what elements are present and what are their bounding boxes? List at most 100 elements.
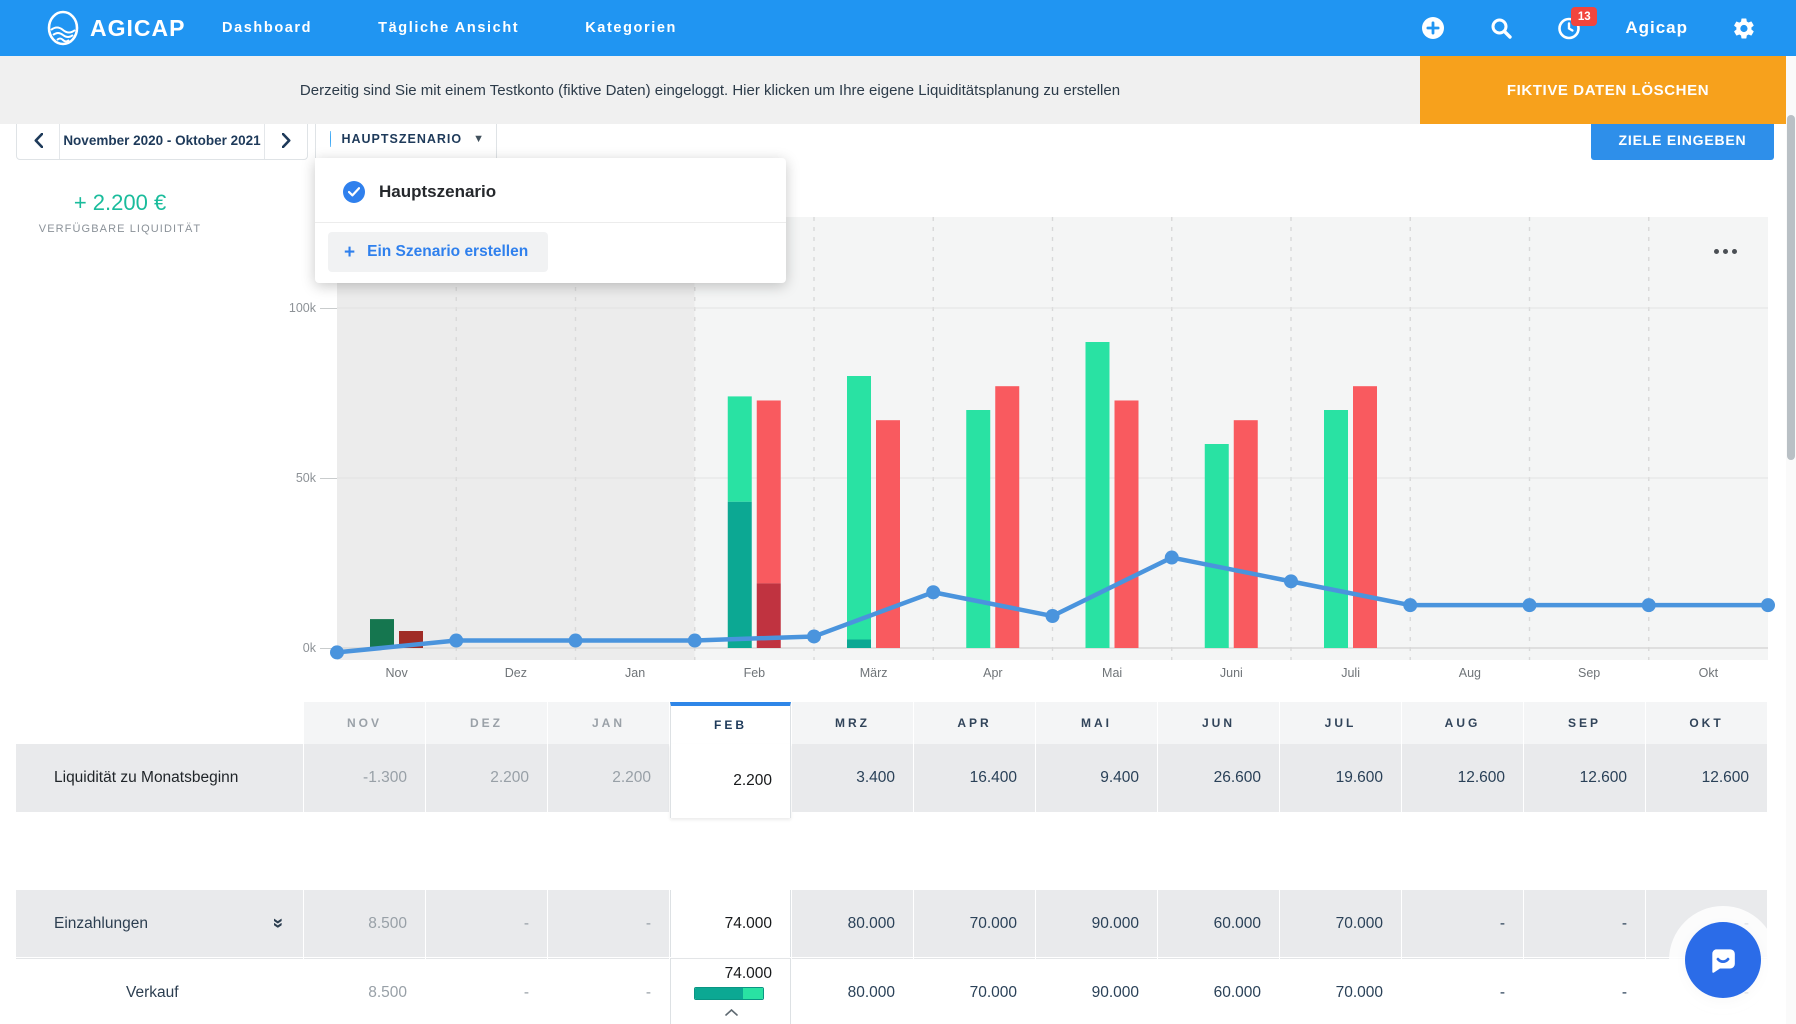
flows-cell[interactable]: 60.000 bbox=[1158, 958, 1279, 1024]
x-axis-month-label: Feb bbox=[695, 666, 814, 680]
liquidity-cell[interactable]: 2.200 bbox=[670, 744, 791, 818]
chevron-left-icon bbox=[34, 133, 43, 148]
flows-cell[interactable]: 8.500 bbox=[304, 958, 425, 1024]
scenario-dropdown-menu: Hauptszenario + Ein Szenario erstellen bbox=[315, 158, 786, 283]
chat-launcher-button[interactable] bbox=[1685, 922, 1761, 998]
y-axis-tick-label: 100k bbox=[256, 301, 316, 315]
column-header-sep[interactable]: SEP bbox=[1524, 702, 1645, 744]
column-header-jun[interactable]: JUN bbox=[1158, 702, 1279, 744]
column-header-mrz[interactable]: MRZ bbox=[792, 702, 913, 744]
scenario-option-hauptszenario[interactable]: Hauptszenario bbox=[315, 170, 786, 214]
flows-cell[interactable]: 80.000 bbox=[792, 890, 913, 957]
liquidity-cell[interactable]: 12.600 bbox=[1646, 744, 1767, 812]
notification-badge: 13 bbox=[1571, 7, 1597, 26]
chevron-right-icon bbox=[282, 133, 291, 148]
liquidity-cell[interactable]: 2.200 bbox=[426, 744, 547, 812]
liquidity-cell[interactable]: 26.600 bbox=[1158, 744, 1279, 812]
scenario-selector-button[interactable]: HAUPTSZENARIO ▼ bbox=[315, 119, 497, 159]
x-axis-month-label: Okt bbox=[1649, 666, 1768, 680]
flows-cell[interactable]: - bbox=[548, 958, 669, 1024]
column-header-aug[interactable]: AUG bbox=[1402, 702, 1523, 744]
y-axis-tick-label: 0k bbox=[256, 641, 316, 655]
banner-message[interactable]: Derzeitig sind Sie mit einem Testkonto (… bbox=[0, 56, 1420, 124]
scenario-selector-label: HAUPTSZENARIO bbox=[341, 132, 462, 146]
y-axis-tick-label: 50k bbox=[256, 471, 316, 485]
nav-link-t-gliche-ansicht[interactable]: Tägliche Ansicht bbox=[378, 20, 519, 36]
add-icon[interactable] bbox=[1421, 16, 1445, 40]
enter-goals-button[interactable]: ZIELE EINGEBEN bbox=[1591, 120, 1774, 160]
search-icon[interactable] bbox=[1489, 16, 1513, 40]
chevron-up-icon[interactable] bbox=[725, 1003, 738, 1021]
row-label-einzahlungen[interactable]: Einzahlungen» bbox=[16, 890, 303, 957]
flows-cell[interactable]: 70.000 bbox=[1280, 890, 1401, 957]
realized-progress-bar bbox=[694, 987, 764, 1000]
flows-cell[interactable]: 74.000 bbox=[670, 890, 791, 957]
liquidity-cell[interactable]: 9.400 bbox=[1036, 744, 1157, 812]
x-axis-month-label: Mai bbox=[1053, 666, 1172, 680]
flows-cell[interactable]: - bbox=[1524, 958, 1645, 1024]
flows-cell[interactable]: 90.000 bbox=[1036, 958, 1157, 1024]
flows-cell[interactable]: - bbox=[1402, 958, 1523, 1024]
nav-link-dashboard[interactable]: Dashboard bbox=[222, 20, 312, 36]
flows-cell[interactable]: 70.000 bbox=[914, 958, 1035, 1024]
column-header-nov[interactable]: NOV bbox=[304, 702, 425, 744]
column-header-jan[interactable]: JAN bbox=[548, 702, 669, 744]
flows-cell[interactable]: 60.000 bbox=[1158, 890, 1279, 957]
next-period-button[interactable] bbox=[265, 121, 307, 159]
history-clock-icon[interactable]: 13 bbox=[1557, 16, 1581, 40]
liquidity-cell[interactable]: -1.300 bbox=[304, 744, 425, 812]
flows-cell[interactable]: - bbox=[426, 890, 547, 957]
x-axis-month-label: Dez bbox=[456, 666, 575, 680]
column-header-okt[interactable]: OKT bbox=[1646, 702, 1767, 744]
column-header-feb[interactable]: FEB bbox=[670, 702, 791, 744]
flows-cell[interactable]: 70.000 bbox=[1280, 958, 1401, 1024]
create-scenario-button[interactable]: + Ein Szenario erstellen bbox=[328, 232, 548, 272]
account-menu[interactable]: Agicap bbox=[1625, 18, 1688, 38]
liquidity-cell[interactable]: 2.200 bbox=[548, 744, 669, 812]
liquidity-cell[interactable]: 3.400 bbox=[792, 744, 913, 812]
liquidity-cell[interactable]: 16.400 bbox=[914, 744, 1035, 812]
primary-nav: Dashboard Tägliche Ansicht Kategorien bbox=[222, 0, 677, 56]
liquidity-cell[interactable]: 12.600 bbox=[1402, 744, 1523, 812]
top-navbar: AGICAP Dashboard Tägliche Ansicht Kategori… bbox=[0, 0, 1796, 56]
divider bbox=[315, 222, 786, 223]
x-axis-month-label: Nov bbox=[337, 666, 456, 680]
column-header-apr[interactable]: APR bbox=[914, 702, 1035, 744]
flows-cell[interactable]: - bbox=[1402, 890, 1523, 957]
flows-cell[interactable]: - bbox=[548, 890, 669, 957]
delete-fake-data-button[interactable]: FIKTIVE DATEN LÖSCHEN bbox=[1420, 56, 1796, 124]
plus-icon: + bbox=[344, 243, 355, 262]
chart-options-button[interactable] bbox=[1703, 240, 1747, 262]
scrollbar-thumb[interactable] bbox=[1787, 115, 1795, 460]
flows-cell[interactable]: 80.000 bbox=[792, 958, 913, 1024]
column-header-mai[interactable]: MAI bbox=[1036, 702, 1157, 744]
liquidity-cell[interactable]: 12.600 bbox=[1524, 744, 1645, 812]
create-scenario-label: Ein Szenario erstellen bbox=[367, 243, 528, 261]
flows-cell[interactable]: 74.000 bbox=[670, 958, 791, 1024]
liquidity-row-label[interactable]: Liquidität zu Monatsbeginn bbox=[16, 744, 303, 812]
gear-icon[interactable] bbox=[1732, 16, 1756, 40]
scenario-option-label: Hauptszenario bbox=[379, 182, 496, 202]
navbar-actions: 13 Agicap bbox=[1421, 0, 1756, 56]
flows-cell[interactable]: 8.500 bbox=[304, 890, 425, 957]
cashflow-chart[interactable] bbox=[337, 217, 1768, 660]
more-dots-icon bbox=[1714, 249, 1719, 254]
flows-cell[interactable]: 70.000 bbox=[914, 890, 1035, 957]
liquidity-label: VERFÜGBARE LIQUIDITÄT bbox=[20, 223, 220, 235]
flows-cell[interactable]: - bbox=[426, 958, 547, 1024]
previous-period-button[interactable] bbox=[17, 121, 59, 159]
flows-cell[interactable]: - bbox=[1524, 890, 1645, 957]
page-scrollbar[interactable] bbox=[1786, 56, 1796, 1024]
chart-x-axis: NovDezJanFebMärzAprMaiJuniJuliAugSepOkt bbox=[337, 666, 1768, 680]
column-header-jul[interactable]: JUL bbox=[1280, 702, 1401, 744]
flows-cell[interactable]: 90.000 bbox=[1036, 890, 1157, 957]
column-header-dez[interactable]: DEZ bbox=[426, 702, 547, 744]
more-dots-icon bbox=[1723, 249, 1728, 254]
liquidity-cell[interactable]: 19.600 bbox=[1280, 744, 1401, 812]
nav-link-kategorien[interactable]: Kategorien bbox=[585, 20, 677, 36]
double-chevron-down-icon[interactable]: » bbox=[266, 917, 288, 928]
period-navigator: November 2020 - Oktober 2021 bbox=[16, 120, 308, 160]
row-label-verkauf[interactable]: Verkauf bbox=[16, 958, 303, 1024]
x-axis-month-label: Aug bbox=[1410, 666, 1529, 680]
agicap-logo[interactable]: AGICAP bbox=[44, 9, 185, 47]
